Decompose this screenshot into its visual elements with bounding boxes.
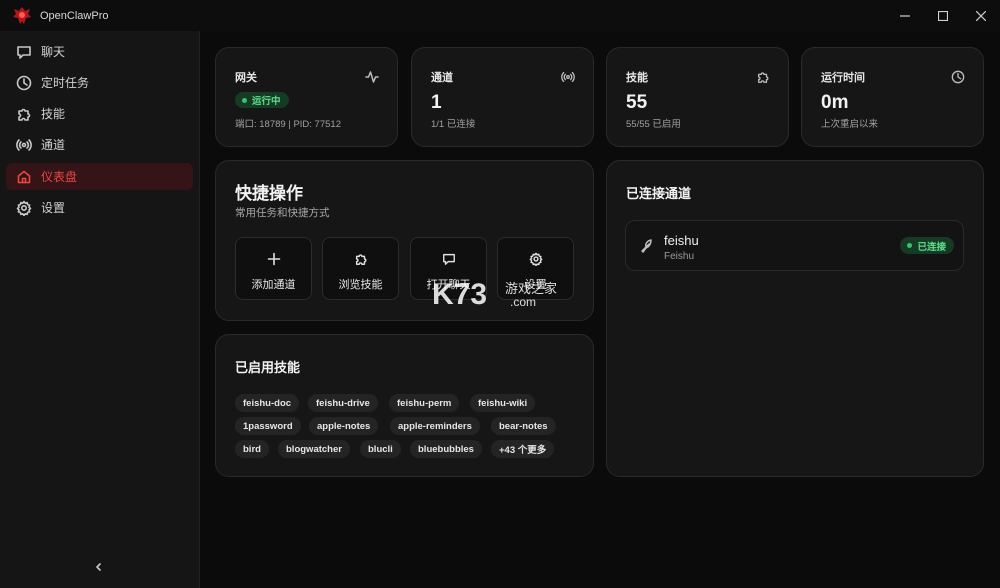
section-title: 已启用技能 <box>235 360 301 375</box>
app-logo-icon <box>11 5 33 27</box>
stat-title: 技能 <box>626 72 648 84</box>
sidebar-item-label: 设置 <box>41 201 66 215</box>
stat-value: 1 <box>431 92 442 113</box>
channels-card: 通道 1 1/1 已连接 <box>411 47 594 147</box>
browse-skills-button[interactable]: 浏览技能 <box>322 237 399 300</box>
app-title: OpenClawPro <box>40 9 109 22</box>
sidebar-item-skills[interactable]: 技能 <box>6 100 193 127</box>
more-skills-chip[interactable]: +43 个更多 <box>491 440 555 458</box>
section-title: 已连接通道 <box>626 186 692 201</box>
stat-value: 0m <box>821 92 849 113</box>
chevron-left-icon <box>95 562 102 572</box>
clock-icon <box>951 70 965 84</box>
skill-chip[interactable]: apple-reminders <box>390 417 480 435</box>
collapse-sidebar-button[interactable] <box>92 560 106 574</box>
activity-icon <box>365 70 379 84</box>
skill-chip[interactable]: 1password <box>235 417 301 435</box>
skills-card: 技能 55 55/55 已启用 <box>606 47 789 147</box>
sidebar-item-label: 通道 <box>41 138 66 152</box>
sidebar-item-chat[interactable]: 聊天 <box>6 38 193 65</box>
stat-subtext: 55/55 已启用 <box>626 119 681 130</box>
close-button[interactable] <box>962 0 1000 31</box>
uptime-card: 运行时间 0m 上次重启以来 <box>801 47 984 147</box>
skill-chip[interactable]: blogwatcher <box>278 440 350 458</box>
gear-icon <box>529 252 543 266</box>
status-badge: 已连接 <box>900 237 954 254</box>
broadcast-icon <box>561 70 575 84</box>
chat-icon <box>16 44 32 60</box>
channel-type: Feishu <box>664 251 695 262</box>
skill-chip[interactable]: feishu-doc <box>235 394 300 412</box>
broadcast-icon <box>16 137 32 153</box>
chat-icon <box>442 252 456 266</box>
settings-button[interactable]: 设置 <box>497 237 574 300</box>
skill-chip[interactable]: bear-notes <box>491 417 556 435</box>
add-channel-button[interactable]: 添加通道 <box>235 237 312 300</box>
title-bar: OpenClawPro <box>0 0 1000 31</box>
puzzle-icon <box>16 106 32 122</box>
skill-chip[interactable]: bluebubbles <box>410 440 482 458</box>
stat-title: 通道 <box>431 72 453 84</box>
puzzle-icon <box>354 252 368 266</box>
sidebar-item-settings[interactable]: 设置 <box>6 194 193 221</box>
stat-title: 网关 <box>235 72 257 84</box>
skill-chip[interactable]: feishu-wiki <box>470 394 536 412</box>
enabled-skills-card: 已启用技能 feishu-doc feishu-drive feishu-per… <box>215 334 594 477</box>
gear-icon <box>16 200 32 216</box>
bird-icon <box>639 238 655 254</box>
skill-chip[interactable]: blucli <box>360 440 401 458</box>
skill-chip[interactable]: bird <box>235 440 269 458</box>
sidebar-item-label: 定时任务 <box>41 76 90 90</box>
stat-subtext: 1/1 已连接 <box>431 119 476 130</box>
stat-subtext: 端口: 18789 | PID: 77512 <box>235 119 341 130</box>
skill-chip[interactable]: feishu-perm <box>389 394 460 412</box>
skill-chip[interactable]: apple-notes <box>309 417 379 435</box>
quick-actions-card: 快捷操作 常用任务和快捷方式 添加通道 浏览技能 打开聊天 设置 <box>215 160 594 321</box>
connected-channels-card: 已连接通道 feishu Feishu 已连接 <box>606 160 984 477</box>
stat-value: 55 <box>626 92 648 113</box>
section-title: 快捷操作 <box>235 184 303 203</box>
sidebar-item-label: 仪表盘 <box>41 170 78 184</box>
clock-icon <box>16 75 32 91</box>
channel-name: feishu <box>664 233 699 248</box>
channel-item[interactable]: feishu Feishu 已连接 <box>625 220 964 271</box>
sidebar-item-label: 技能 <box>41 107 66 121</box>
sidebar-item-label: 聊天 <box>41 45 66 59</box>
sidebar-item-channels[interactable]: 通道 <box>6 131 193 158</box>
open-chat-button[interactable]: 打开聊天 <box>410 237 487 300</box>
gateway-card: 网关 运行中 端口: 18789 | PID: 77512 <box>215 47 398 147</box>
maximize-button[interactable] <box>924 0 962 31</box>
sidebar: 聊天 定时任务 技能 通道 仪表盘 设置 <box>0 31 200 588</box>
stat-title: 运行时间 <box>821 72 865 84</box>
sidebar-item-dashboard[interactable]: 仪表盘 <box>6 163 193 190</box>
section-subtitle: 常用任务和快捷方式 <box>235 207 330 219</box>
puzzle-icon <box>756 70 770 84</box>
sidebar-item-scheduled-tasks[interactable]: 定时任务 <box>6 69 193 96</box>
stat-subtext: 上次重启以来 <box>821 119 879 130</box>
home-icon <box>16 169 32 185</box>
status-badge: 运行中 <box>235 92 289 108</box>
skill-chip[interactable]: feishu-drive <box>308 394 378 412</box>
minimize-button[interactable] <box>886 0 924 31</box>
plus-icon <box>267 252 281 266</box>
